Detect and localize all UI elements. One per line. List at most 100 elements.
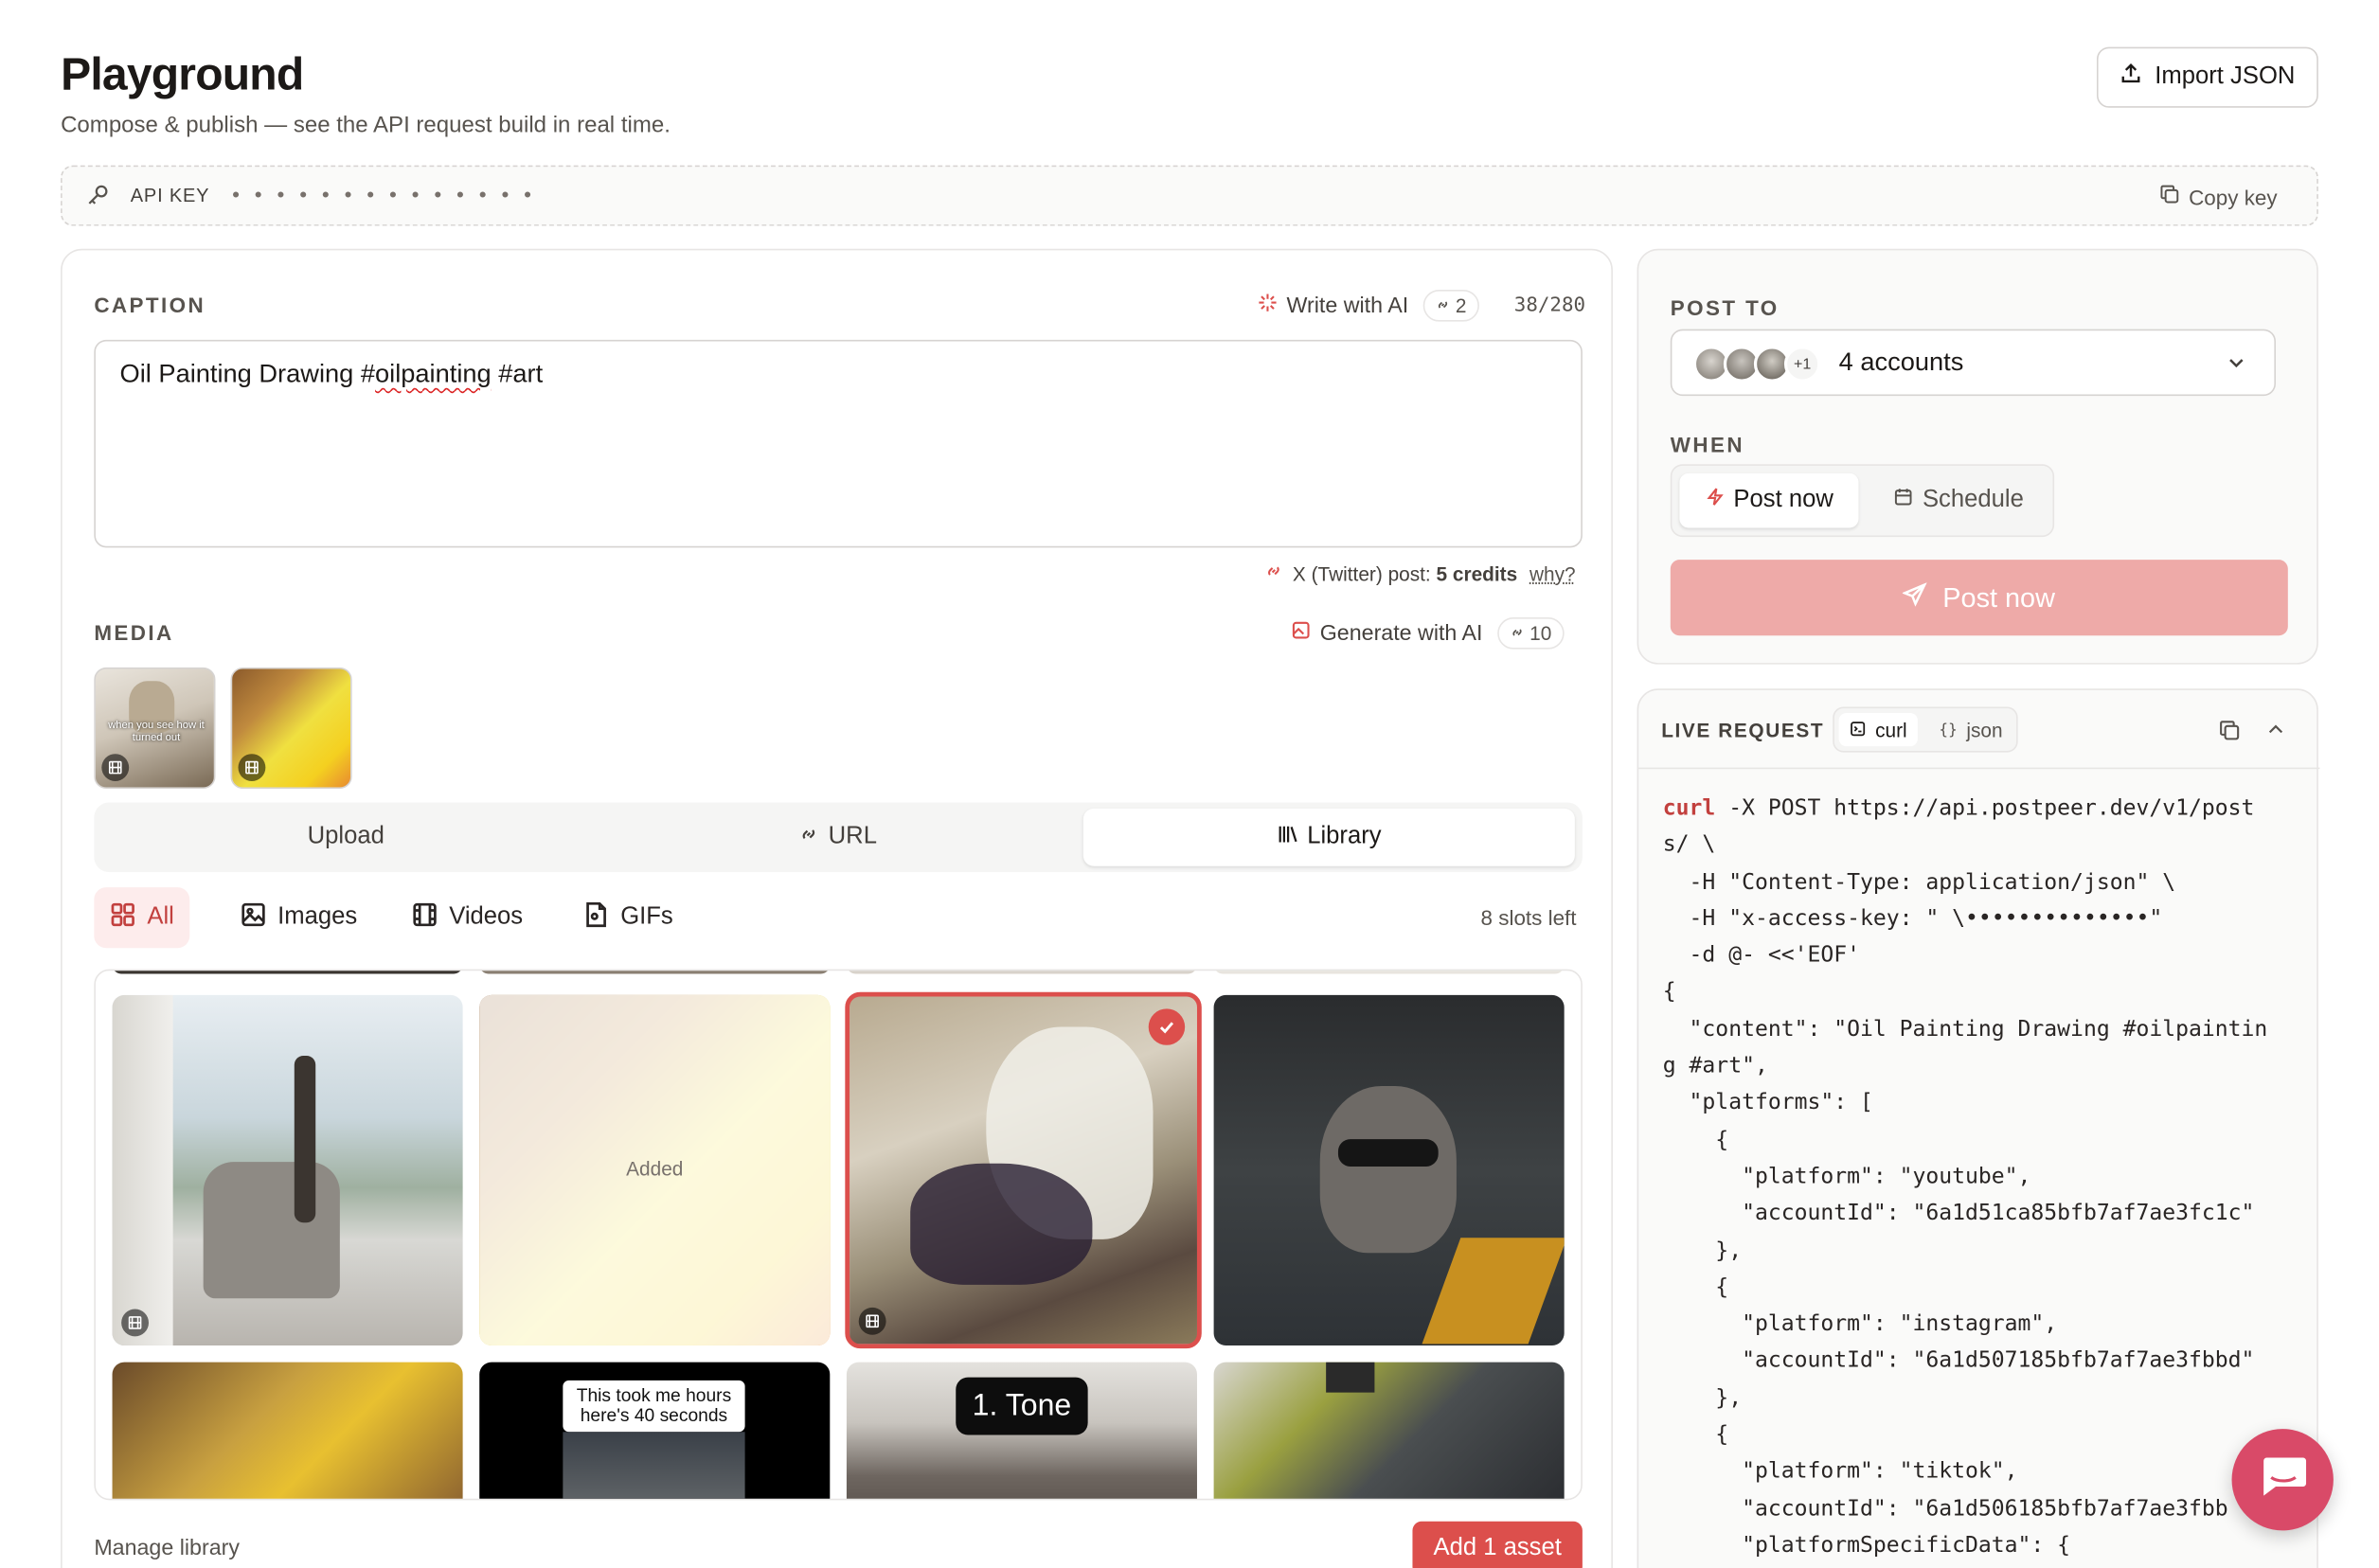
library-tile-guitar[interactable]	[112, 994, 463, 1345]
tab-curl[interactable]: curl	[1838, 712, 1918, 747]
schedule-tab-label: Schedule	[1922, 487, 2024, 513]
post-to-label: POST TO	[1670, 295, 1780, 321]
chevron-down-icon	[2226, 352, 2246, 381]
tile-wall	[112, 994, 173, 1345]
code-line: "platforms": [	[1662, 1091, 1873, 1116]
api-key-bar: API KEY • • • • • • • • • • • • • • Copy…	[61, 165, 2318, 226]
tab-url-label: URL	[828, 823, 877, 850]
tab-json-label: json	[1966, 718, 2003, 741]
divider	[1638, 767, 2320, 770]
compose-panel: CAPTION Write with AI 2 38/280 Oil Paint…	[61, 248, 1613, 1568]
filter-all-label: All	[147, 903, 174, 931]
when-toggle: Post now Schedule	[1670, 464, 2055, 538]
generate-label: Generate with AI	[1319, 621, 1483, 646]
manage-library-link[interactable]: Manage library	[94, 1537, 240, 1561]
sparkle-icon	[1258, 293, 1278, 318]
generate-credits-badge: 10	[1497, 617, 1565, 650]
raccoon-shape	[1319, 1086, 1457, 1254]
post-now-button-label: Post now	[1942, 581, 2055, 613]
char-count: 38/280	[1513, 294, 1586, 317]
library-tile-tone[interactable]: 1. Tone	[846, 1362, 1197, 1499]
link-icon	[1510, 622, 1525, 645]
film-icon	[411, 900, 438, 935]
guitar-shape	[294, 1055, 316, 1223]
code-line: {	[1662, 980, 1676, 1006]
format-tabs: curl {} json	[1833, 706, 2018, 753]
caption-section-label: CAPTION	[94, 293, 206, 317]
filter-all[interactable]: All	[94, 887, 189, 949]
tab-upload[interactable]: Upload	[100, 809, 592, 866]
armchair-shape	[203, 1162, 340, 1299]
scrolled-tile	[479, 971, 831, 974]
tab-library[interactable]: Library	[1082, 808, 1575, 866]
upload-icon	[2120, 62, 2142, 93]
caption-misspelled-word: oilpainting	[375, 359, 492, 389]
library-icon	[1277, 823, 1297, 851]
import-json-label: Import JSON	[2155, 63, 2296, 90]
library-tile-raccoon[interactable]	[1213, 994, 1565, 1345]
code-line: "platform": "tiktok",	[1662, 1459, 2018, 1485]
image-ai-icon	[1291, 620, 1311, 646]
attached-media-1[interactable]: when you see how it turned out	[94, 667, 216, 790]
accounts-select[interactable]: +1 4 accounts	[1670, 329, 2276, 397]
chevron-up-icon[interactable]	[2265, 719, 2286, 747]
terminal-icon	[1850, 719, 1867, 741]
link-icon	[1436, 294, 1451, 317]
lightning-icon	[1705, 487, 1725, 514]
video-icon	[238, 754, 266, 782]
why-link[interactable]: why?	[1529, 562, 1576, 585]
library-tile-added[interactable]: Added	[479, 994, 831, 1345]
copy-key-button[interactable]: Copy key	[2158, 184, 2278, 209]
pizza-box-shape	[1422, 1238, 1565, 1345]
tab-url[interactable]: URL	[592, 809, 1083, 866]
code-line-first: -X POST https://api.postpeer.dev/v1/post	[1715, 796, 2255, 821]
slots-left: 8 slots left	[1480, 905, 1577, 931]
tab-library-label: Library	[1307, 823, 1382, 850]
calendar-icon	[1894, 487, 1914, 514]
filter-images[interactable]: Images	[224, 887, 372, 948]
tab-json[interactable]: {} json	[1928, 713, 2013, 746]
generate-with-ai-button[interactable]: Generate with AI 10	[1291, 617, 1565, 650]
chat-launcher-button[interactable]	[2231, 1429, 2334, 1531]
code-line: -d @- <<'EOF'	[1662, 943, 1861, 969]
code-line: {	[1662, 1128, 1729, 1152]
filter-videos[interactable]: Videos	[396, 887, 538, 948]
filter-gifs[interactable]: GIFs	[567, 887, 689, 948]
live-request-panel: LIVE REQUEST curl {} json curl -X POST ht…	[1637, 688, 2320, 1568]
media-section-label: MEDIA	[94, 620, 174, 645]
library-tile-selected[interactable]	[845, 991, 1202, 1349]
tile-dark-box	[1326, 1362, 1375, 1393]
api-key-input[interactable]: • • • • • • • • • • • • • •	[232, 182, 536, 206]
code-line: "accountId": "6a1d506185bfb7af7ae3fbb	[1662, 1496, 2228, 1522]
library-tile-timelapse[interactable]: This took me hours here's 40 seconds	[479, 1362, 831, 1499]
avatar-extra-count: +1	[1783, 346, 1821, 383]
video-icon	[121, 1309, 149, 1337]
caption-textarea[interactable]: Oil Painting Drawing #oilpainting #art	[94, 339, 1583, 548]
thumb-caption: when you see how it turned out	[108, 720, 205, 743]
attached-media-2[interactable]	[230, 667, 352, 790]
generate-credits-value: 10	[1529, 621, 1552, 645]
code-line: s/ \	[1662, 832, 1716, 858]
video-icon	[101, 754, 130, 782]
import-json-button[interactable]: Import JSON	[2096, 46, 2318, 108]
library-tile-hand[interactable]	[1213, 1362, 1565, 1499]
code-line: "platform": "instagram",	[1662, 1311, 2058, 1337]
page-subtitle: Compose & publish — see the API request …	[61, 112, 671, 138]
caption-text-start: Oil Painting Drawing #	[119, 359, 376, 389]
library-tile-painting[interactable]	[112, 1362, 463, 1499]
add-asset-button[interactable]: Add 1 asset	[1412, 1521, 1583, 1568]
copy-icon[interactable]	[2218, 719, 2241, 749]
post-now-button[interactable]: Post now	[1670, 560, 2288, 636]
ai-credits-badge: 2	[1423, 289, 1479, 322]
selected-check-icon	[1148, 1008, 1186, 1045]
write-with-ai-button[interactable]: Write with AI 2	[1258, 289, 1479, 322]
filter-gifs-label: GIFs	[620, 903, 673, 931]
post-now-tab[interactable]: Post now	[1679, 472, 1859, 528]
link-icon	[798, 823, 819, 851]
code-line: "content": "Oil Painting Drawing #oilpai…	[1662, 1017, 2268, 1042]
schedule-tab[interactable]: Schedule	[1869, 473, 2048, 528]
caption-text-end: #art	[491, 359, 544, 389]
added-label: Added	[626, 1157, 684, 1181]
scrolled-tile	[1213, 971, 1565, 974]
write-with-ai-label: Write with AI	[1286, 293, 1409, 318]
